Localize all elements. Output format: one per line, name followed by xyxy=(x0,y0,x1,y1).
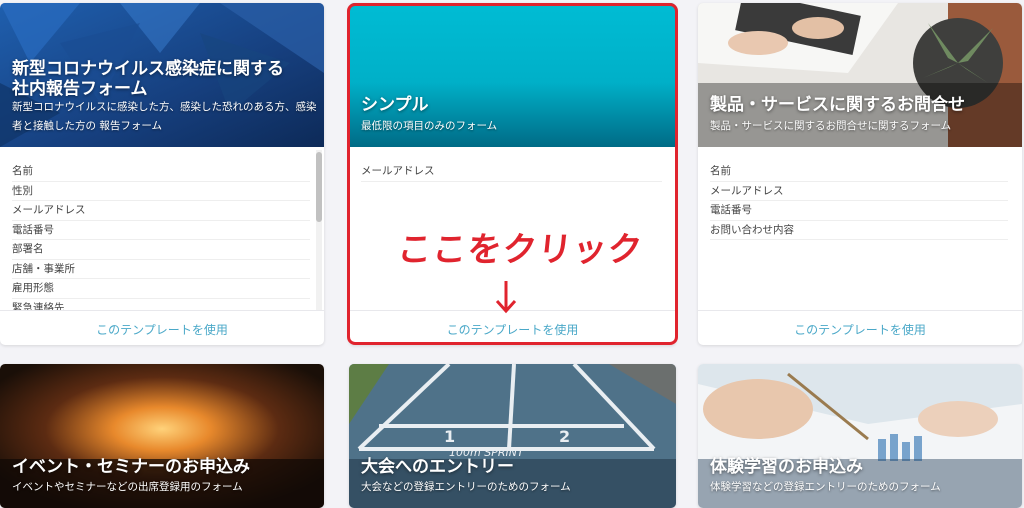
field-item: 名前 xyxy=(710,162,1008,182)
template-card-tournament[interactable]: 1 2 100m SPRINT 大会へのエントリー 大会などの登録エントリーのた… xyxy=(349,364,676,508)
template-card-covid[interactable]: 新型コロナウイルス感染症に関する 社内報告フォーム 新型コロナウイルスに感染した… xyxy=(0,3,324,345)
field-item: 緊急連絡先 xyxy=(12,299,310,311)
lane-1-label: 1 xyxy=(444,427,455,446)
click-here-annotation: ここをクリック xyxy=(395,230,645,270)
scrollbar-thumb[interactable] xyxy=(316,152,322,222)
tournament-hero: 1 2 100m SPRINT 大会へのエントリー 大会などの登録エントリーのた… xyxy=(349,364,676,508)
field-item: 雇用形態 xyxy=(12,279,310,299)
lane-2-label: 2 xyxy=(559,427,570,446)
event-hero: イベント・セミナーのお申込み イベントやセミナーなどの出席登録用のフォーム xyxy=(0,364,324,508)
tournament-title: 大会へのエントリー xyxy=(361,457,514,477)
template-card-event[interactable]: イベント・セミナーのお申込み イベントやセミナーなどの出席登録用のフォーム xyxy=(0,364,324,508)
event-description: イベントやセミナーなどの出席登録用のフォーム xyxy=(12,481,243,493)
tournament-description: 大会などの登録エントリーのためのフォーム xyxy=(361,481,571,493)
template-card-learning[interactable]: 体験学習のお申込み 体験学習などの登録エントリーのためのフォーム xyxy=(698,364,1022,508)
field-item: 部署名 xyxy=(12,240,310,260)
field-item: 名前 xyxy=(12,162,310,182)
field-item: メールアドレス xyxy=(361,162,662,182)
field-item: お問い合わせ内容 xyxy=(710,221,1008,240)
field-item: 電話番号 xyxy=(710,201,1008,221)
field-item: 性別 xyxy=(12,182,310,201)
field-item: メールアドレス xyxy=(710,182,1008,201)
simple-description: 最低限の項目のみのフォーム xyxy=(361,120,498,132)
template-card-product-inquiry[interactable]: 製品・サービスに関するお問合せ 製品・サービスに関するお問合せに関するフォーム … xyxy=(698,3,1022,345)
event-title: イベント・セミナーのお申込み xyxy=(12,457,250,477)
inquiry-hero: 製品・サービスに関するお問合せ 製品・サービスに関するお問合せに関するフォーム xyxy=(698,3,1022,147)
use-template-button[interactable]: このテンプレートを使用 xyxy=(0,310,324,345)
use-template-button[interactable]: このテンプレートを使用 xyxy=(349,310,676,345)
covid-field-list[interactable]: 名前 性別 メールアドレス 電話番号 部署名 店舗・事業所 雇用形態 緊急連絡先 xyxy=(0,150,324,310)
field-item: 店舗・事業所 xyxy=(12,260,310,279)
inquiry-description: 製品・サービスに関するお問合せに関するフォーム xyxy=(710,120,952,132)
covid-hero: 新型コロナウイルス感染症に関する 社内報告フォーム 新型コロナウイルスに感染した… xyxy=(0,3,324,147)
learning-description: 体験学習などの登録エントリーのためのフォーム xyxy=(710,481,941,493)
learning-hero: 体験学習のお申込み 体験学習などの登録エントリーのためのフォーム xyxy=(698,364,1022,508)
covid-title: 新型コロナウイルス感染症に関する 社内報告フォーム xyxy=(12,59,284,99)
field-item: 電話番号 xyxy=(12,221,310,240)
field-item: メールアドレス xyxy=(12,201,310,221)
simple-title: シンプル xyxy=(361,95,429,115)
inquiry-title: 製品・サービスに関するお問合せ xyxy=(710,95,965,115)
simple-hero: シンプル 最低限の項目のみのフォーム xyxy=(349,3,676,147)
down-arrow-icon xyxy=(495,281,517,314)
learning-title: 体験学習のお申込み xyxy=(710,457,863,477)
inquiry-field-list: 名前 メールアドレス 電話番号 お問い合わせ内容 xyxy=(698,150,1022,310)
covid-description: 新型コロナウイルスに感染した方、感染した恐れのある方、感染 者と接触した方の 報… xyxy=(12,101,317,132)
use-template-button[interactable]: このテンプレートを使用 xyxy=(698,310,1022,345)
